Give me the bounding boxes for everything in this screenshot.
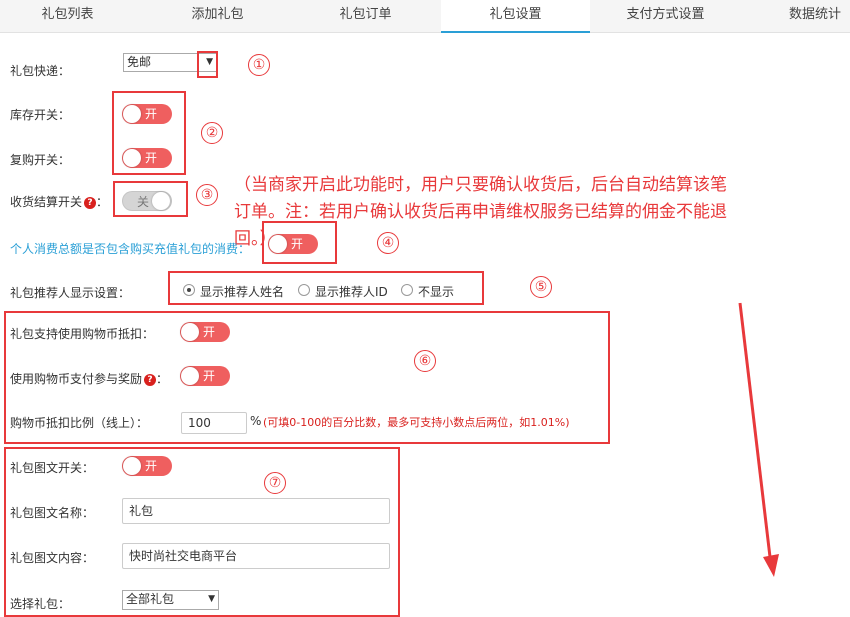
stock-toggle-label: 开 <box>145 107 158 121</box>
graphic-name-label: 礼包图文名称： <box>10 506 95 520</box>
stock-toggle[interactable]: 开 <box>122 104 172 124</box>
toggle-knob <box>123 105 141 123</box>
toggle-knob <box>181 367 199 385</box>
select-pack-label: 选择礼包： <box>10 597 71 611</box>
consume-label: 个人消费总额是否包含购买充值礼包的消费： <box>10 242 251 256</box>
tab-gift-orders[interactable]: 礼包订单 <box>298 0 433 32</box>
stock-label: 库存开关： <box>10 108 71 122</box>
tab-payment-settings[interactable]: 支付方式设置 <box>598 0 733 32</box>
consume-toggle-label: 开 <box>291 237 304 251</box>
rebuy-toggle[interactable]: 开 <box>122 148 172 168</box>
graphic-toggle-label: 开 <box>145 459 158 473</box>
referrer-radio-none[interactable] <box>401 284 413 296</box>
toggle-knob <box>269 235 287 253</box>
graphic-content-input[interactable]: 快时尚社交电商平台 <box>122 543 390 569</box>
graphic-label: 礼包图文开关： <box>10 461 95 475</box>
rebuy-label: 复购开关： <box>10 153 71 167</box>
select-pack-dropdown[interactable]: 全部礼包 ▼ <box>122 590 219 610</box>
consume-toggle[interactable]: 开 <box>268 234 318 254</box>
toggle-knob <box>123 457 141 475</box>
coin-deduct-toggle[interactable]: 开 <box>180 322 230 342</box>
referrer-radio-id[interactable] <box>298 284 310 296</box>
express-label: 礼包快递： <box>10 64 71 78</box>
annotation-3: ③ <box>196 184 218 206</box>
coin-ratio-input[interactable]: 100 <box>181 412 247 434</box>
coin-reward-toggle-label: 开 <box>203 369 216 383</box>
annotation-box-1 <box>197 51 218 78</box>
tab-statistics[interactable]: 数据统计 <box>750 0 850 32</box>
settle-toggle[interactable]: 关 <box>122 191 172 211</box>
coin-ratio-hint: (可填0-100的百分比数，最多可支持小数点后两位，如1.01%) <box>263 416 570 429</box>
annotation-note-line-1: （当商家开启此功能时，用户只要确认收货后，后台自动结算该笔 <box>234 175 727 195</box>
help-icon[interactable]: ? <box>84 196 97 209</box>
coin-reward-toggle[interactable]: 开 <box>180 366 230 386</box>
graphic-content-label: 礼包图文内容： <box>10 551 95 565</box>
settle-colon: ： <box>96 195 109 209</box>
coin-reward-label: 使用购物币支付参与奖励 <box>10 372 143 386</box>
referrer-option-none[interactable]: 不显示 <box>418 283 454 300</box>
coin-deduct-label: 礼包支持使用购物币抵扣： <box>10 327 155 341</box>
coin-reward-colon: ： <box>156 372 169 386</box>
annotation-2: ② <box>201 122 223 144</box>
graphic-toggle[interactable]: 开 <box>122 456 172 476</box>
tab-gift-settings[interactable]: 礼包设置 <box>441 0 590 33</box>
scroll-down-arrow-icon <box>738 302 779 577</box>
rebuy-toggle-label: 开 <box>145 151 158 165</box>
annotation-6: ⑥ <box>414 350 436 372</box>
coin-ratio-label: 购物币抵扣比例（线上）： <box>10 416 149 430</box>
annotation-7: ⑦ <box>264 472 286 494</box>
toggle-knob <box>152 192 170 210</box>
toggle-knob <box>181 323 199 341</box>
tab-add-gift[interactable]: 添加礼包 <box>150 0 285 32</box>
annotation-4: ④ <box>377 232 399 254</box>
tab-gift-list[interactable]: 礼包列表 <box>0 0 135 32</box>
chevron-down-icon: ▼ <box>208 594 215 604</box>
select-pack-value: 全部礼包 <box>126 592 175 606</box>
referrer-radio-name[interactable] <box>183 284 195 296</box>
help-icon[interactable]: ? <box>144 373 157 386</box>
coin-ratio-unit: % <box>250 414 262 428</box>
annotation-1: ① <box>248 54 270 76</box>
settle-label: 收货结算开关 <box>10 195 83 209</box>
referrer-label: 礼包推荐人显示设置： <box>10 286 131 300</box>
toggle-knob <box>123 149 141 167</box>
coin-deduct-toggle-label: 开 <box>203 325 216 339</box>
referrer-option-name[interactable]: 显示推荐人姓名 <box>200 283 284 300</box>
express-value: 免邮 <box>127 55 152 69</box>
coin-reward-label-row: 使用购物币支付参与奖励?： <box>10 370 168 387</box>
referrer-option-id[interactable]: 显示推荐人ID <box>315 283 388 300</box>
settle-label-row: 收货结算开关?： <box>10 193 108 210</box>
settle-toggle-label: 关 <box>137 195 150 209</box>
annotation-5: ⑤ <box>530 276 552 298</box>
graphic-name-input[interactable]: 礼包 <box>122 498 390 524</box>
tab-bar: 礼包列表 添加礼包 礼包订单 礼包设置 支付方式设置 数据统计 <box>0 0 850 33</box>
